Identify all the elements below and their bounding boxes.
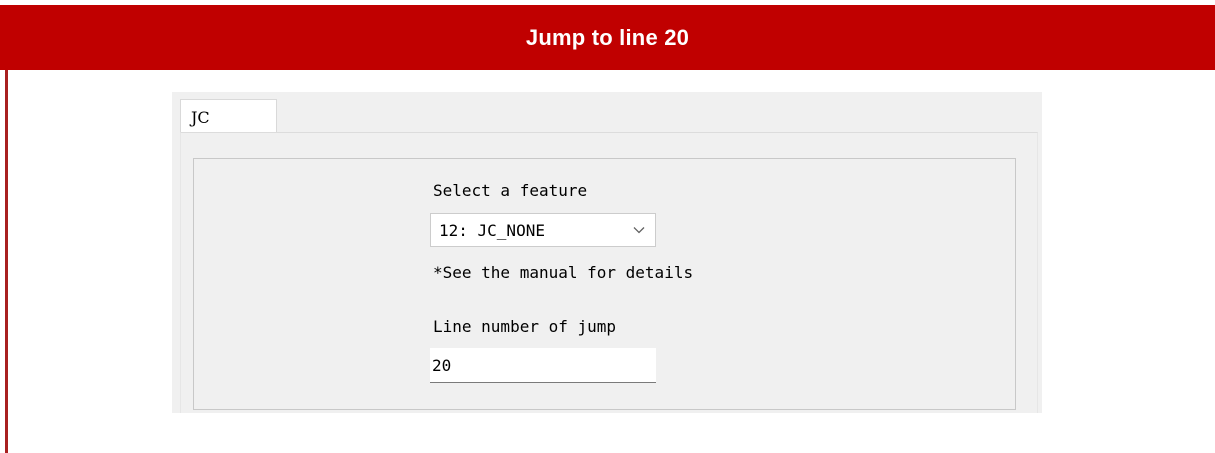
feature-select-value: 12: JC_NONE bbox=[439, 220, 545, 240]
header-banner: Jump to line 20 bbox=[0, 5, 1215, 70]
jump-line-label: Line number of jump bbox=[433, 317, 617, 336]
manual-note: *See the manual for details bbox=[433, 263, 694, 282]
page: Jump to line 20 JC Select a feature 12: … bbox=[0, 0, 1215, 453]
left-rule bbox=[5, 70, 8, 453]
jump-line-input[interactable] bbox=[430, 348, 656, 383]
header-title: Jump to line 20 bbox=[525, 24, 690, 50]
select-feature-label: Select a feature bbox=[433, 181, 588, 200]
chevron-down-icon bbox=[631, 222, 647, 238]
tab-jc[interactable]: JC bbox=[180, 99, 277, 132]
feature-select[interactable]: 12: JC_NONE bbox=[430, 213, 656, 247]
